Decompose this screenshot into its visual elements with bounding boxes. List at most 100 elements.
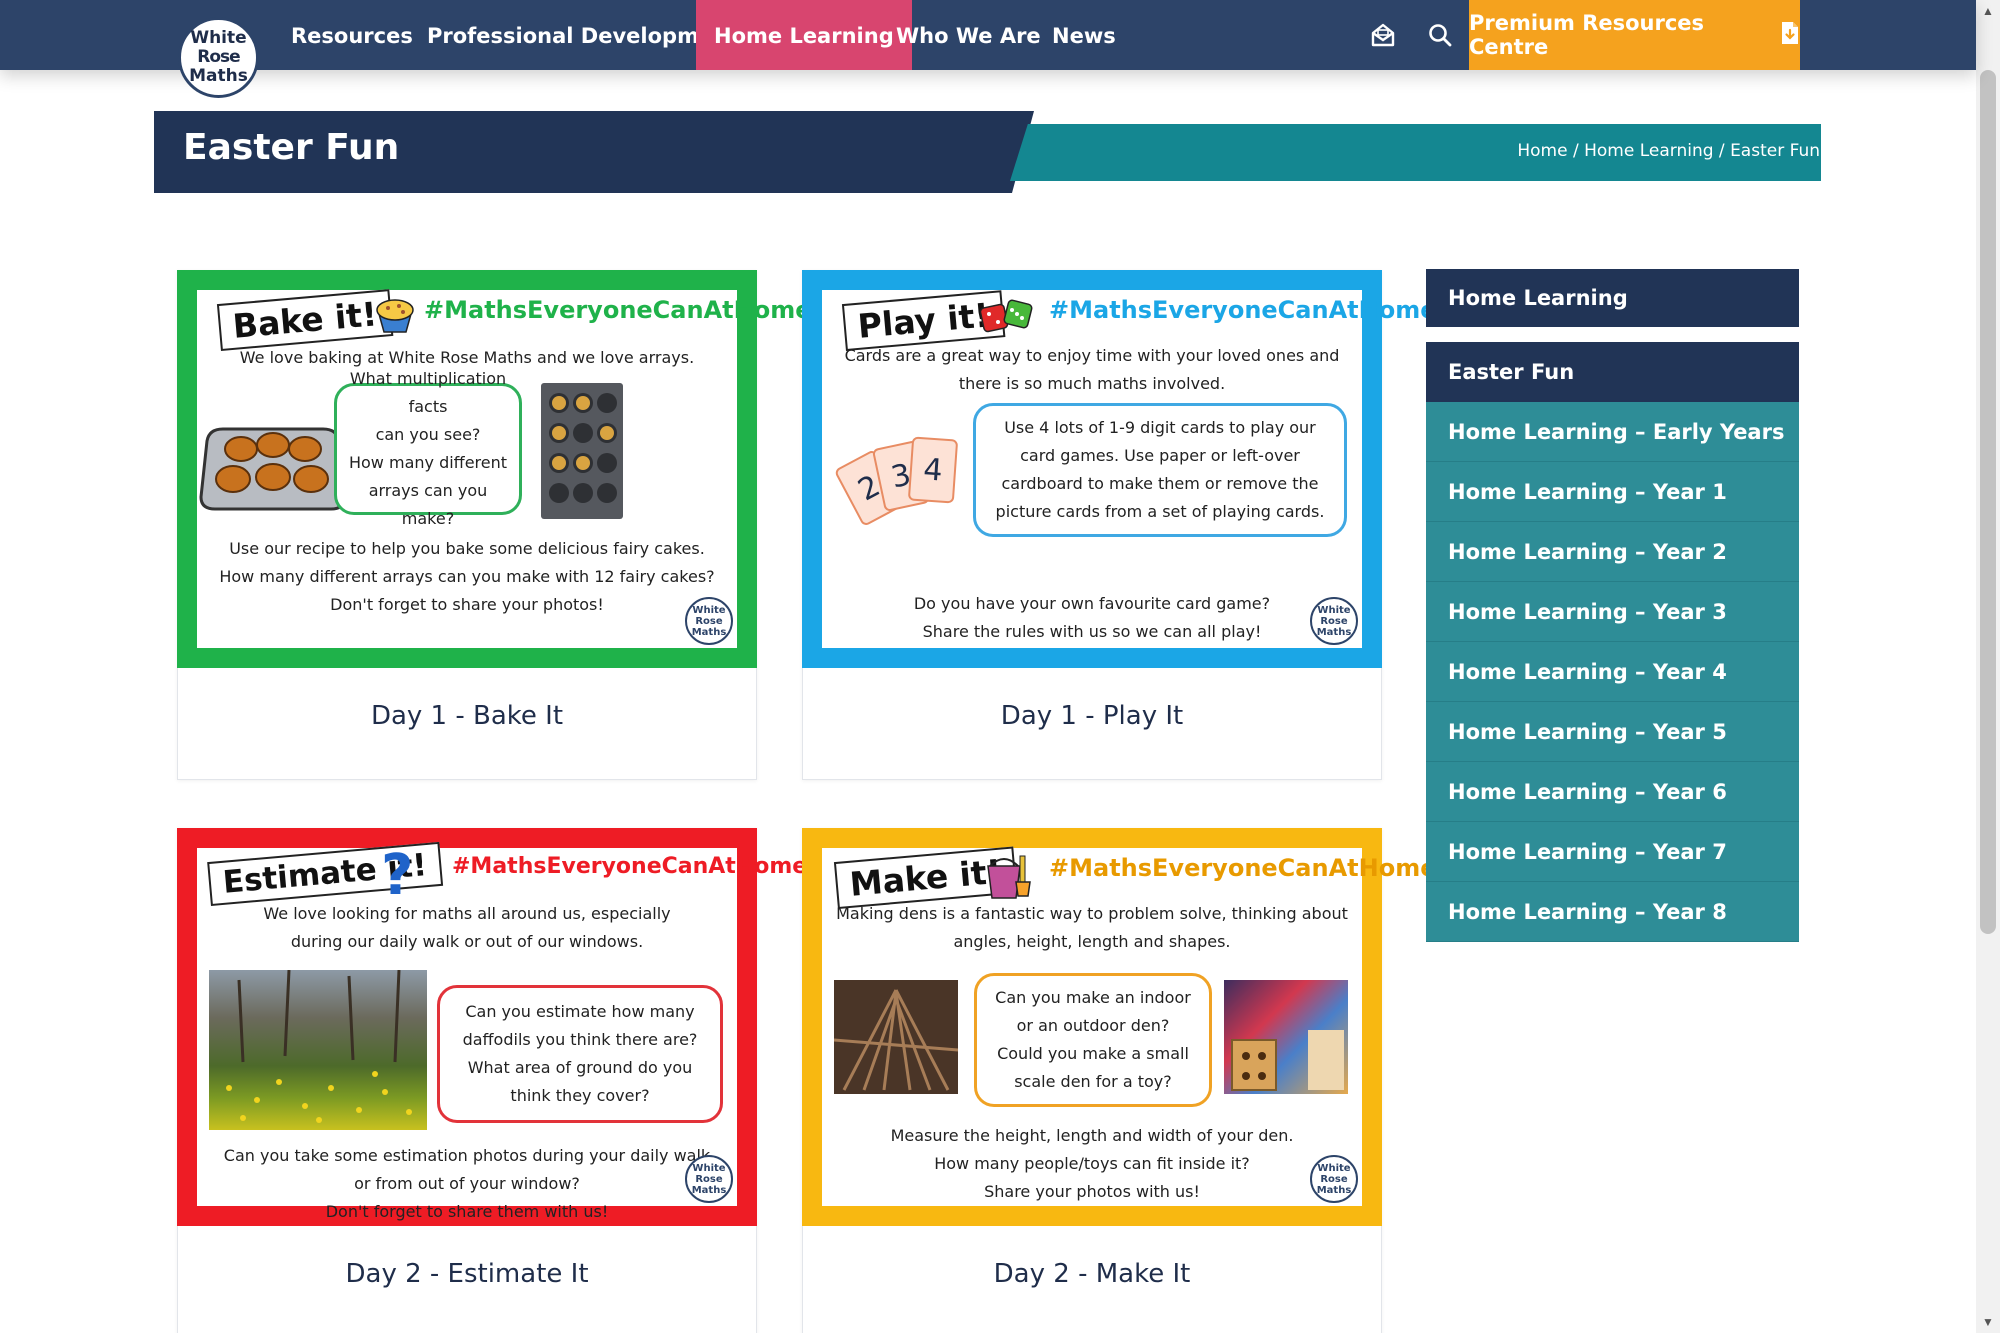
breadcrumb-separator: / <box>1713 141 1731 161</box>
card-image-play-it[interactable]: Play it! #MathsEveryoneCanAtHome Cards a… <box>802 270 1436 668</box>
card-caption[interactable]: Day 1 - Play It <box>803 701 1381 731</box>
nav-news[interactable]: News <box>1052 0 1116 70</box>
premium-resources-label: Premium Resources Centre <box>1469 11 1705 59</box>
blanket-den-photo <box>1224 980 1348 1094</box>
page-scrollbar[interactable]: ▲ ▼ <box>1976 0 2000 1333</box>
envelope-open-icon[interactable] <box>1366 18 1400 52</box>
sidebar-item-year-6[interactable]: Home Learning – Year 6 <box>1426 762 1799 822</box>
mini-logo-text: White <box>1317 604 1351 616</box>
intro-line: angles, height, length and shapes. <box>953 932 1231 951</box>
nav-resources[interactable]: Resources <box>291 0 413 70</box>
bubble-line: Can you estimate how many <box>465 1002 695 1021</box>
card-make-it[interactable]: Make it! #MathsEveryoneCanAtHome Making … <box>802 828 1436 1333</box>
intro-line: Making dens is a fantastic way to proble… <box>836 904 1348 923</box>
mini-logo-text: Rose <box>695 615 723 627</box>
sidebar-item-year-3[interactable]: Home Learning – Year 3 <box>1426 582 1799 642</box>
outro-line: Measure the height, length and width of … <box>890 1126 1294 1145</box>
outro-line: Can you take some estimation photos duri… <box>223 1146 711 1165</box>
card-outro: Use our recipe to help you bake some del… <box>197 535 737 619</box>
card-caption[interactable]: Day 1 - Bake It <box>178 701 756 731</box>
intro-line: there is so much maths involved. <box>958 374 1226 393</box>
bubble-line: What area of ground do you <box>467 1058 693 1077</box>
breadcrumb-home[interactable]: Home <box>1517 141 1567 161</box>
bubble-line: picture cards from a set of playing card… <box>995 502 1325 521</box>
nav-who-we-are[interactable]: Who We Are <box>896 0 1041 70</box>
sidebar-item-year-2[interactable]: Home Learning – Year 2 <box>1426 522 1799 582</box>
sidebar-item-year-5[interactable]: Home Learning – Year 5 <box>1426 702 1799 762</box>
sidebar-item-year-4[interactable]: Home Learning – Year 4 <box>1426 642 1799 702</box>
mini-logo-text: Rose <box>695 1173 723 1185</box>
document-download-icon <box>1780 21 1800 50</box>
bubble-line: arrays can you make? <box>368 481 488 528</box>
sidebar-item-year-1[interactable]: Home Learning – Year 1 <box>1426 462 1799 522</box>
card-image-estimate-it[interactable]: Estimate it! ? #MathsEveryoneCanAtHome W… <box>177 828 807 1226</box>
intro-line: Cards are a great way to enjoy time with… <box>844 346 1340 365</box>
bubble-line: Use 4 lots of 1-9 digit cards to play ou… <box>1004 418 1316 437</box>
mini-logo-text: White <box>692 1162 726 1174</box>
bubble-line: think they cover? <box>510 1086 650 1105</box>
search-icon[interactable] <box>1423 18 1457 52</box>
hashtag: #MathsEveryoneCanAtHome <box>1049 296 1437 324</box>
outro-line: Share your photos with us! <box>984 1182 1200 1201</box>
mini-logo: White Rose Maths <box>1310 597 1358 645</box>
card-caption[interactable]: Day 2 - Make It <box>803 1259 1381 1289</box>
stick-den-photo <box>833 980 959 1094</box>
dice-icon <box>978 298 1036 339</box>
mini-logo-text: White <box>1317 1162 1351 1174</box>
scroll-up-arrow-icon[interactable]: ▲ <box>1976 0 2000 20</box>
breadcrumb: Home / Home Learning / Easter Fun <box>1517 141 1820 161</box>
outro-line: Do you have your own favourite card game… <box>913 594 1271 613</box>
outro-line: Share the rules with us so we can all pl… <box>922 622 1262 641</box>
bubble-line: Could you make a small <box>997 1044 1189 1063</box>
nav-home-learning[interactable]: Home Learning <box>696 0 912 70</box>
sidebar-item-easter-fun[interactable]: Easter Fun <box>1426 342 1799 402</box>
outro-line: How many different arrays can you make w… <box>219 567 715 586</box>
mini-logo-text: Maths <box>1316 1184 1352 1196</box>
mini-logo-text: Maths <box>691 1184 727 1196</box>
outro-line: or from out of your window? <box>354 1174 580 1193</box>
card-estimate-it[interactable]: Estimate it! ? #MathsEveryoneCanAtHome W… <box>177 828 807 1333</box>
mini-logo: White Rose Maths <box>685 597 733 645</box>
mini-logo-text: Rose <box>1320 1173 1348 1185</box>
hashtag: #MathsEveryoneCanAtHome <box>424 296 812 324</box>
bubble-line: cardboard to make them or remove the <box>1001 474 1319 493</box>
hashtag: #MathsEveryoneCanAtHome <box>1049 854 1437 882</box>
outro-line: Don't forget to share your photos! <box>330 595 604 614</box>
logo-text-line1: White <box>190 28 247 48</box>
card-outro: Do you have your own favourite card game… <box>822 590 1362 646</box>
card-play-it[interactable]: Play it! #MathsEveryoneCanAtHome Cards a… <box>802 270 1436 780</box>
bubble-line: card games. Use paper or left-over <box>1020 446 1300 465</box>
card-intro: Cards are a great way to enjoy time with… <box>822 342 1362 398</box>
outro-line: Don't forget to share them with us! <box>325 1202 609 1221</box>
card-image-bake-it[interactable]: Bake it! #MathsEveryoneCanAtHome We love… <box>177 270 811 668</box>
mini-logo: White Rose Maths <box>685 1155 733 1203</box>
digit-card: 4 <box>907 436 959 504</box>
breadcrumb-home-learning[interactable]: Home Learning <box>1584 141 1713 161</box>
scrollbar-thumb[interactable] <box>1980 70 1996 934</box>
mini-logo-text: Maths <box>1316 626 1352 638</box>
card-caption[interactable]: Day 2 - Estimate It <box>178 1259 756 1289</box>
card-intro: Making dens is a fantastic way to proble… <box>822 900 1362 956</box>
hashtag: #MathsEveryoneCanAtHome <box>452 854 808 879</box>
white-rose-maths-logo[interactable]: White Rose Maths <box>178 17 259 98</box>
card-image-make-it[interactable]: Make it! #MathsEveryoneCanAtHome Making … <box>802 828 1436 1226</box>
sidebar-item-year-8[interactable]: Home Learning – Year 8 <box>1426 882 1799 942</box>
question-mark-icon: ? <box>381 843 414 908</box>
bubble-line: daffodils you think there are? <box>462 1030 698 1049</box>
page-title: Easter Fun <box>183 127 400 168</box>
mini-logo-text: White <box>692 604 726 616</box>
bubble-line: What multiplication facts <box>349 369 507 416</box>
bubble-line: or an outdoor den? <box>1016 1016 1170 1035</box>
sidebar-item-year-7[interactable]: Home Learning – Year 7 <box>1426 822 1799 882</box>
sidebar-heading-home-learning[interactable]: Home Learning <box>1426 269 1799 327</box>
sidebar-nav: Easter Fun Home Learning – Early Years H… <box>1426 342 1799 942</box>
premium-resources-button[interactable]: Premium Resources Centre <box>1469 0 1800 70</box>
nav-professional-development[interactable]: Professional Development <box>427 0 738 70</box>
sidebar-item-early-years[interactable]: Home Learning – Early Years <box>1426 402 1799 462</box>
scroll-down-arrow-icon[interactable]: ▼ <box>1976 1313 2000 1333</box>
card-bake-it[interactable]: Bake it! #MathsEveryoneCanAtHome We love… <box>177 270 811 780</box>
daffodils-photo <box>209 969 427 1130</box>
muffin-tin-photo <box>541 383 623 519</box>
bubble-line: How many different <box>348 453 508 472</box>
bubble-line: Can you make an indoor <box>995 988 1191 1007</box>
